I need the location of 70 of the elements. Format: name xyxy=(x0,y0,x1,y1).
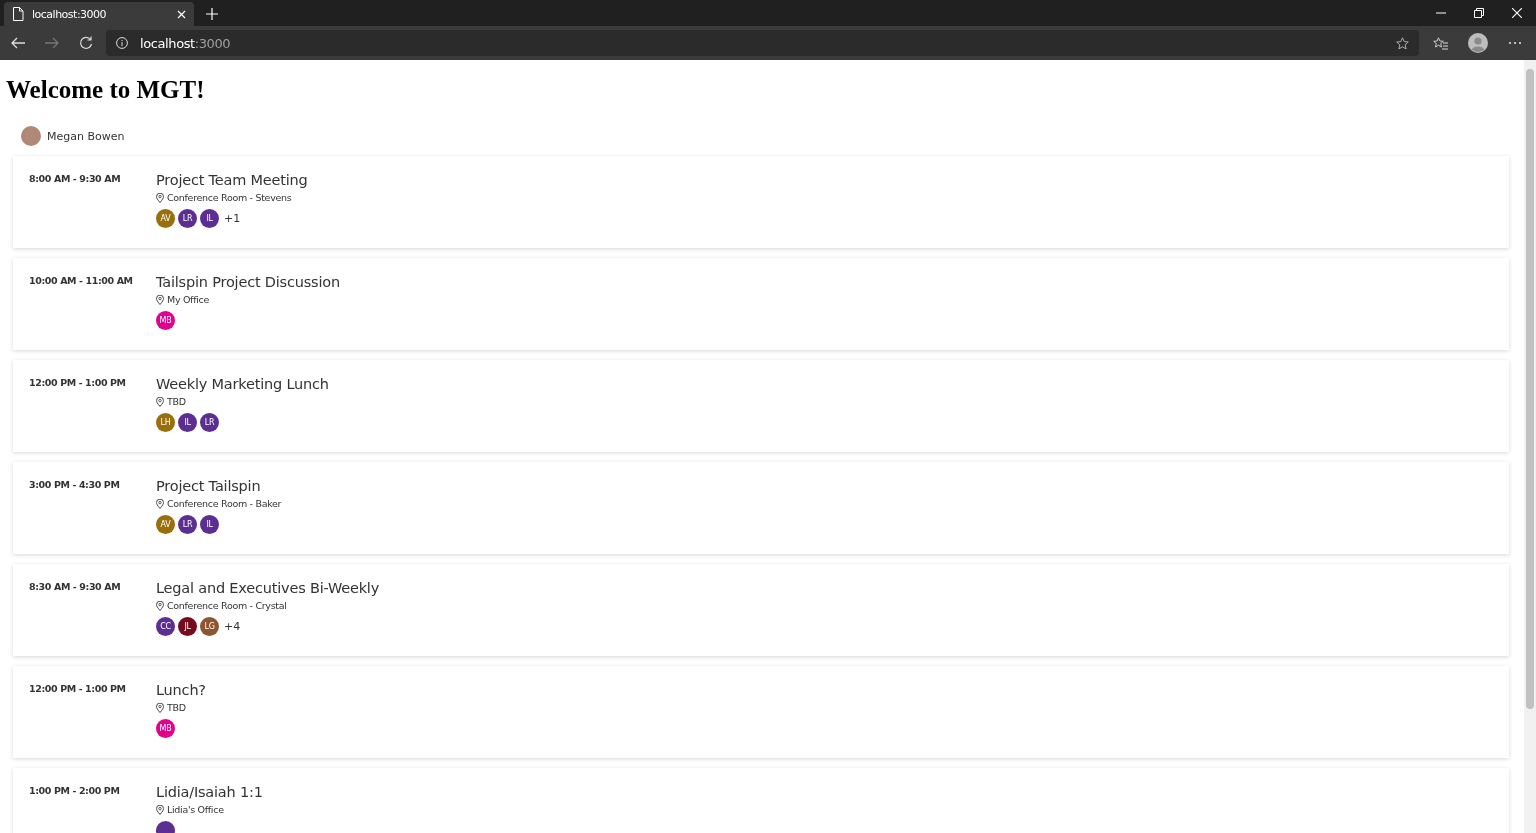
star-icon[interactable] xyxy=(1396,36,1409,50)
attendee-avatar[interactable]: LH xyxy=(156,413,175,432)
page-icon xyxy=(12,7,24,21)
location-pin-icon xyxy=(156,294,164,305)
new-tab-icon[interactable] xyxy=(206,8,218,20)
event-subject: Project Team Meeting xyxy=(156,172,308,188)
event-location: Conference Room - Stevens xyxy=(167,192,292,203)
event-time: 12:00 PM - 1:00 PM xyxy=(29,376,127,390)
attendee-avatar[interactable]: LG xyxy=(200,617,219,636)
event-location: Conference Room - Baker xyxy=(167,498,282,509)
address-bar[interactable]: localhost:3000 xyxy=(106,30,1419,56)
attendee-avatar[interactable]: LR xyxy=(178,209,197,228)
attendee-avatar[interactable]: LR xyxy=(200,413,219,432)
event-location: TBD xyxy=(167,396,186,407)
location-pin-icon xyxy=(156,396,164,407)
event-card[interactable]: 8:30 AM - 9:30 AM Legal and Executives Bi-Weekly Conference Room - Crystal CC JL LG +4 xyxy=(13,564,1509,656)
event-location: My Office xyxy=(167,294,209,305)
more-attendees-count: +1 xyxy=(224,212,241,225)
event-subject: Lunch? xyxy=(156,682,206,698)
location-pin-icon xyxy=(156,702,164,713)
attendee-avatar[interactable]: JL xyxy=(178,617,197,636)
attendee-avatar[interactable]: AV xyxy=(156,209,175,228)
event-time: 8:30 AM - 9:30 AM xyxy=(29,580,122,594)
event-time: 3:00 PM - 4:30 PM xyxy=(29,478,121,492)
attendee-avatar[interactable]: MB xyxy=(156,719,175,738)
restore-icon[interactable] xyxy=(1474,8,1484,18)
attendee-avatar[interactable]: MB xyxy=(156,311,175,330)
event-card[interactable]: 12:00 PM - 1:00 PM Lunch? TBD MB xyxy=(13,666,1509,758)
attendee-avatar[interactable]: CC xyxy=(156,617,175,636)
attendee-avatar[interactable]: IL xyxy=(178,413,197,432)
attendee-avatar[interactable]: IL xyxy=(200,515,219,534)
attendee-avatar[interactable]: LR xyxy=(178,515,197,534)
avatar-photo xyxy=(21,126,41,146)
more-attendees-count: +4 xyxy=(224,620,241,633)
event-time: 8:00 AM - 9:30 AM xyxy=(29,172,122,186)
location-pin-icon xyxy=(156,804,164,815)
event-subject: Tailspin Project Discussion xyxy=(156,274,340,290)
location-pin-icon xyxy=(156,600,164,611)
profile-icon[interactable] xyxy=(1468,33,1488,53)
close-icon[interactable] xyxy=(177,9,186,19)
event-subject: Weekly Marketing Lunch xyxy=(156,376,329,392)
forward-arrow-icon[interactable] xyxy=(45,37,59,49)
location-pin-icon xyxy=(156,498,164,509)
event-location: Conference Room - Crystal xyxy=(167,600,287,611)
event-card[interactable]: 8:00 AM - 9:30 AM Project Team Meeting Conference Room - Stevens AV LR IL +1 xyxy=(13,156,1509,248)
attendee-avatar[interactable]: AV xyxy=(156,515,175,534)
location-pin-icon xyxy=(156,192,164,203)
event-subject: Project Tailspin xyxy=(156,478,262,494)
url-text: localhost:3000 xyxy=(140,35,231,51)
browser-tab[interactable]: localhost:3000 xyxy=(4,2,194,26)
person-name: Megan Bowen xyxy=(47,129,125,143)
event-card[interactable]: 10:00 AM - 11:00 AM Tailspin Project Discussion My Office MB xyxy=(13,258,1509,350)
event-time: 10:00 AM - 11:00 AM xyxy=(29,274,134,288)
event-card[interactable]: 3:00 PM - 4:30 PM Project Tailspin Conference Room - Baker AV LR IL xyxy=(13,462,1509,554)
event-subject: Lidia/Isaiah 1:1 xyxy=(156,784,263,800)
attendee-avatar[interactable]: IL xyxy=(200,209,219,228)
close-icon[interactable] xyxy=(1512,8,1522,18)
info-icon xyxy=(116,37,128,49)
event-card[interactable]: 1:00 PM - 2:00 PM Lidia/Isaiah 1:1 Lidia's Office xyxy=(13,768,1509,833)
event-location: TBD xyxy=(167,702,186,713)
event-subject: Legal and Executives Bi-Weekly xyxy=(156,580,380,596)
event-card[interactable]: 12:00 PM - 1:00 PM Weekly Marketing Lunch TBD LH IL LR xyxy=(13,360,1509,452)
more-icon[interactable] xyxy=(1508,41,1522,45)
event-location: Lidia's Office xyxy=(167,804,224,815)
page-heading: Welcome to MGT! xyxy=(6,76,206,104)
event-time: 1:00 PM - 2:00 PM xyxy=(29,784,121,798)
favorites-icon[interactable] xyxy=(1433,36,1448,50)
back-arrow-icon[interactable] xyxy=(11,37,25,49)
refresh-icon[interactable] xyxy=(79,36,93,50)
event-time: 12:00 PM - 1:00 PM xyxy=(29,682,127,696)
